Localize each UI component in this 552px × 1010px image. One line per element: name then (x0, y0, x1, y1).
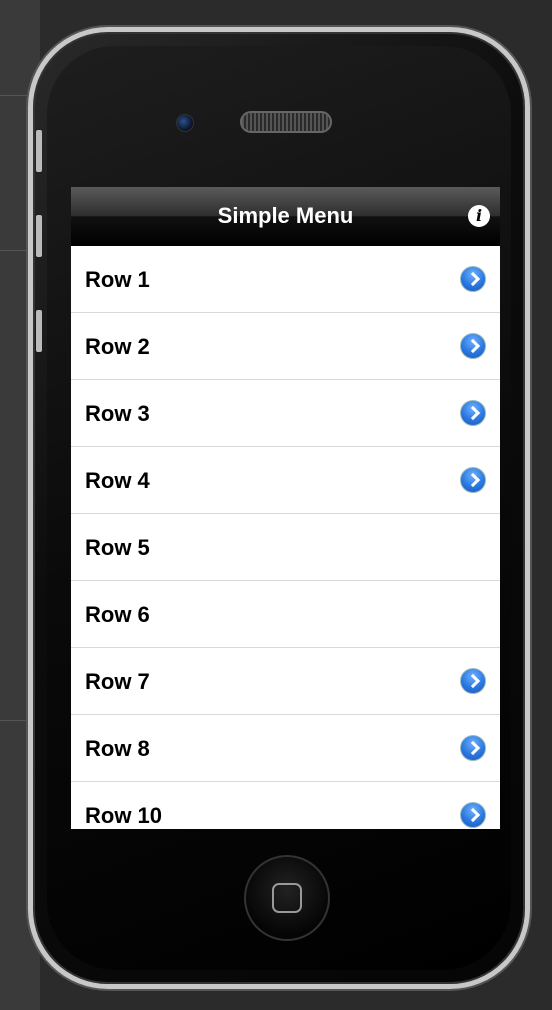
disclosure-chevron-icon[interactable] (460, 668, 486, 694)
front-camera (176, 114, 194, 132)
earpiece-speaker (240, 111, 332, 133)
navigation-bar: Simple Menu i (71, 187, 500, 246)
disclosure-chevron-icon[interactable] (460, 802, 486, 828)
table-row[interactable]: Row 4 (71, 447, 500, 514)
row-label: Row 4 (85, 468, 150, 493)
row-label: Row 1 (85, 267, 150, 292)
row-label: Row 3 (85, 401, 150, 426)
table-row[interactable]: Row 8 (71, 715, 500, 782)
home-square-icon (272, 883, 302, 913)
row-label: Row 8 (85, 736, 150, 761)
disclosure-chevron-icon[interactable] (460, 735, 486, 761)
table-row[interactable]: Row 1 (71, 246, 500, 313)
row-label: Row 10 (85, 803, 163, 828)
phone-screen: Simple Menu i Row 1 Row 2 Row 3 Row 4 Row 5R… (71, 187, 500, 829)
mute-switch (36, 130, 42, 172)
volume-up-button (36, 215, 42, 257)
volume-down-button (36, 310, 42, 352)
nav-title: Simple Menu (217, 203, 354, 228)
info-icon[interactable]: i (468, 205, 490, 227)
table-row[interactable]: Row 6 (71, 581, 500, 648)
table-row[interactable]: Row 10 (71, 782, 500, 829)
home-button[interactable] (244, 855, 330, 941)
disclosure-chevron-icon[interactable] (460, 333, 486, 359)
row-label: Row 5 (85, 535, 150, 560)
table-row[interactable]: Row 7 (71, 648, 500, 715)
disclosure-chevron-icon[interactable] (460, 266, 486, 292)
row-label: Row 2 (85, 334, 150, 359)
row-label: Row 7 (85, 669, 150, 694)
table-row[interactable]: Row 2 (71, 313, 500, 380)
table-row[interactable]: Row 3 (71, 380, 500, 447)
disclosure-chevron-icon[interactable] (460, 400, 486, 426)
disclosure-chevron-icon[interactable] (460, 467, 486, 493)
row-label: Row 6 (85, 602, 150, 627)
table-row[interactable]: Row 5 (71, 514, 500, 581)
menu-table: Row 1 Row 2 Row 3 Row 4 Row 5 Row 6 Row 7 Row 8… (71, 246, 500, 829)
